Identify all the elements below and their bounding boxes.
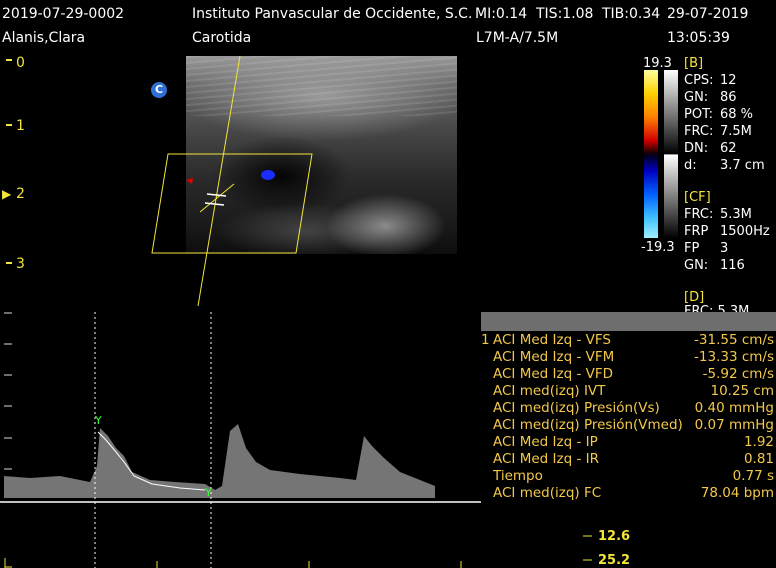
measurement-value: 0.77 s [732,468,774,484]
param-value: 5.3M [720,207,752,222]
measurement-label: ACI Med Izq - IR [493,451,599,467]
d-params-title: [D] [684,290,705,305]
param-label: CPS: [684,73,714,88]
measurement-row[interactable]: ACI Med Izq - VFD -5.92 cm/s [481,366,774,383]
measurement-label: Tiempo [493,468,543,484]
measurement-value: 0.40 mmHg [694,400,774,416]
b-params-title: [B] [684,56,704,71]
red-flow-region [186,178,193,184]
param-value: 116 [720,258,745,273]
caliper-psv-icon[interactable]: Y [94,414,102,427]
measurement-value: 0.81 [743,451,774,467]
measurement-value: 78.04 bpm [700,485,774,501]
measurement-value: -13.33 cm/s [694,349,774,365]
color-scale-min: -19.3 [641,240,675,255]
param-label: POT: [684,107,713,122]
measurement-index: 1 [481,332,490,348]
measurement-label: ACI med(izq) Presión(Vs) [493,400,660,416]
measurement-row[interactable]: ACI Med Izq - VFM -13.33 cm/s [481,349,774,366]
measurement-row[interactable]: ACI med(izq) IVT 10.25 cm [481,383,774,400]
param-label: GN: [684,90,709,105]
ultrasound-screen: 2019-07-29-0002 Instituto Panvascular de… [0,0,776,568]
param-label: FRP [684,224,709,239]
sample-gate-top[interactable] [206,193,227,197]
measurement-row[interactable]: ACI Med Izq - IP 1.92 [481,434,774,451]
measurement-row[interactable]: ACI med(izq) Presión(Vmed) 0.07 mmHg [481,417,774,434]
measurement-label: ACI med(izq) IVT [493,383,606,399]
velocity-scale-label: 25.2 [598,553,631,568]
param-value: 68 % [720,107,754,122]
spectrum-envelope [4,424,435,498]
measurement-label: ACI med(izq) FC [493,485,602,501]
caliper-edv-icon[interactable]: Y [204,486,212,499]
grayscale-bar [664,70,678,238]
measurement-value: -31.55 cm/s [694,332,774,348]
velocity-scale-label: 12.6 [598,529,631,544]
blue-flow-region [261,170,275,180]
measurement-value: 1.92 [743,434,774,450]
measurement-label: ACI Med Izq - VFM [493,349,615,365]
param-value: 62 [720,141,737,156]
measurement-label: ACI Med Izq - VFD [493,366,613,382]
measurement-value: 10.25 cm [710,383,774,399]
measurement-row[interactable]: ACI med(izq) FC 78.04 bpm [481,485,774,502]
measurement-label: ACI Med Izq - VFS [493,332,611,348]
measurement-row[interactable]: ACI med(izq) Presión(Vs) 0.40 mmHg [481,400,774,417]
param-label: FRC: [684,124,714,139]
measurement-value: -5.92 cm/s [702,366,774,382]
measurement-row[interactable]: ACI Med Izq - IR 0.81 [481,451,774,468]
param-value: 3.7 cm [720,158,765,173]
angle-correction-line[interactable] [199,183,235,213]
measurement-value: 0.07 mmHg [694,417,774,433]
param-label: d: [684,158,697,173]
param-value: 7.5M [720,124,752,139]
measurement-row[interactable]: 1 ACI Med Izq - VFS -31.55 cm/s [481,332,774,349]
param-label: FRC: [684,207,714,222]
color-box[interactable] [151,153,313,254]
measurement-label: ACI Med Izq - IP [493,434,598,450]
param-label: DN: [684,141,709,156]
doppler-cursor-line[interactable] [197,55,241,307]
param-value: 12 [720,73,737,88]
sample-gate-bottom[interactable] [204,202,225,206]
measurements-header-bar[interactable] [481,312,776,331]
param-value: 3 [720,241,729,256]
param-label: FP [684,241,700,256]
param-value: 1500Hz [720,224,770,239]
param-value: 86 [720,90,737,105]
measurements-panel: 1 ACI Med Izq - VFS -31.55 cm/s ACI Med … [481,331,776,507]
color-flow-bar [644,70,658,238]
cf-params-title: [CF] [684,190,711,205]
measurement-label: ACI med(izq) Presión(Vmed) [493,417,683,433]
measurement-row[interactable]: Tiempo 0.77 s [481,468,774,485]
param-label: GN: [684,258,709,273]
